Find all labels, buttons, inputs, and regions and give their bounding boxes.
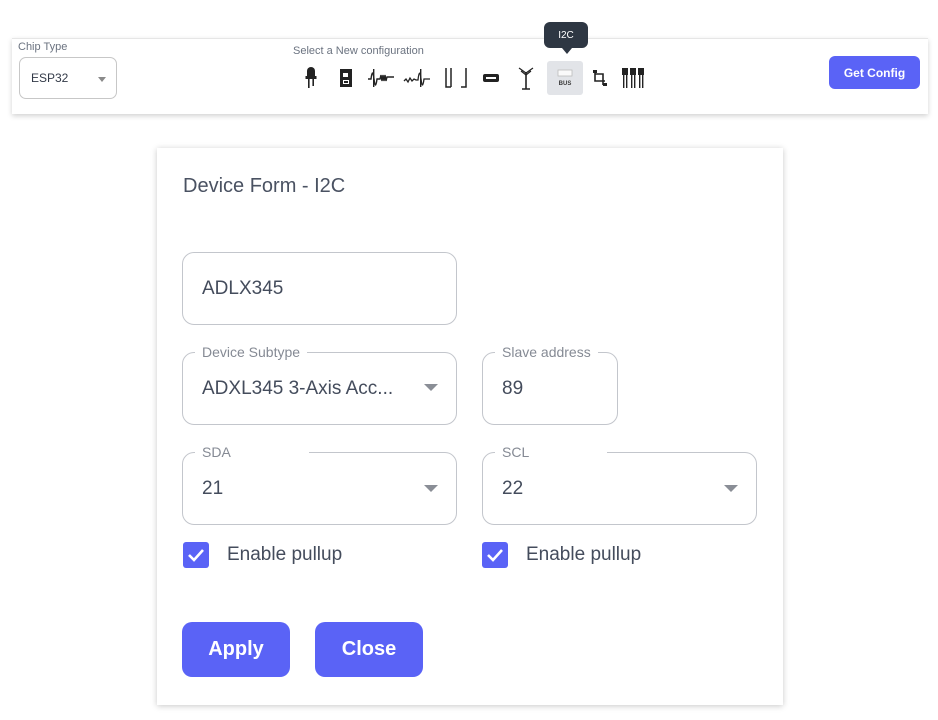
scl-label: SCL xyxy=(495,443,608,461)
toolbar: Chip Type ESP32 Select a New configurati… xyxy=(12,22,928,114)
chip-type-select[interactable]: ESP32 xyxy=(19,57,117,99)
device-subtype-select[interactable]: Device Subtype ADXL345 3-Axis Acc... xyxy=(182,343,457,425)
i2c-bus-icon[interactable]: BUS xyxy=(547,61,583,95)
checkmark-icon[interactable] xyxy=(183,542,209,568)
scl-value: 22 xyxy=(502,478,524,499)
relay-icon[interactable] xyxy=(332,63,360,93)
uart-icon[interactable] xyxy=(477,63,505,93)
sda-pullup-checkbox[interactable]: Enable pullup xyxy=(183,542,342,568)
slave-address-input[interactable]: Slave address 89 xyxy=(482,343,618,425)
device-form-card: Device Form - I2C ADLX345 Device Subtype… xyxy=(157,148,783,705)
chevron-down-icon xyxy=(98,77,106,82)
apply-button[interactable]: Apply xyxy=(182,622,290,677)
pwm-icon[interactable] xyxy=(367,63,395,93)
slave-address-value: 89 xyxy=(502,378,524,399)
chip-type-label: Chip Type xyxy=(18,41,68,53)
scl-pullup-label: Enable pullup xyxy=(526,544,642,565)
device-subtype-value: ADXL345 3-Axis Acc... xyxy=(202,378,394,399)
config-label: Select a New configuration xyxy=(293,45,424,57)
sda-label: SDA xyxy=(195,443,309,461)
close-button[interactable]: Close xyxy=(315,622,423,677)
checkmark-icon[interactable] xyxy=(482,542,508,568)
scl-pullup-checkbox[interactable]: Enable pullup xyxy=(482,542,641,568)
chevron-down-icon xyxy=(724,485,738,492)
led-icon[interactable] xyxy=(297,63,325,93)
chevron-down-icon xyxy=(424,485,438,492)
scl-select[interactable]: SCL 22 xyxy=(482,443,757,525)
sda-value: 21 xyxy=(202,478,224,499)
device-subtype-label: Device Subtype xyxy=(195,343,308,361)
chip-type-value: ESP32 xyxy=(31,71,69,85)
form-title: Device Form - I2C xyxy=(183,175,346,197)
get-config-button[interactable]: Get Config xyxy=(829,56,920,89)
slave-address-label: Slave address xyxy=(495,343,598,361)
pin-header-icon[interactable] xyxy=(619,63,647,93)
i2c-tooltip: I2C xyxy=(544,22,588,54)
i2c-bus-icon-text: BUS xyxy=(559,81,572,87)
analog-icon[interactable] xyxy=(403,63,431,93)
device-name-input[interactable]: ADLX345 xyxy=(182,252,457,325)
sda-select[interactable]: SDA 21 xyxy=(182,443,457,525)
wiring-icon[interactable] xyxy=(586,63,614,93)
pulse-icon[interactable] xyxy=(442,63,470,93)
device-name-value: ADLX345 xyxy=(202,278,284,299)
chevron-down-icon xyxy=(424,384,438,391)
sda-pullup-label: Enable pullup xyxy=(227,544,343,565)
antenna-icon[interactable] xyxy=(512,63,540,93)
